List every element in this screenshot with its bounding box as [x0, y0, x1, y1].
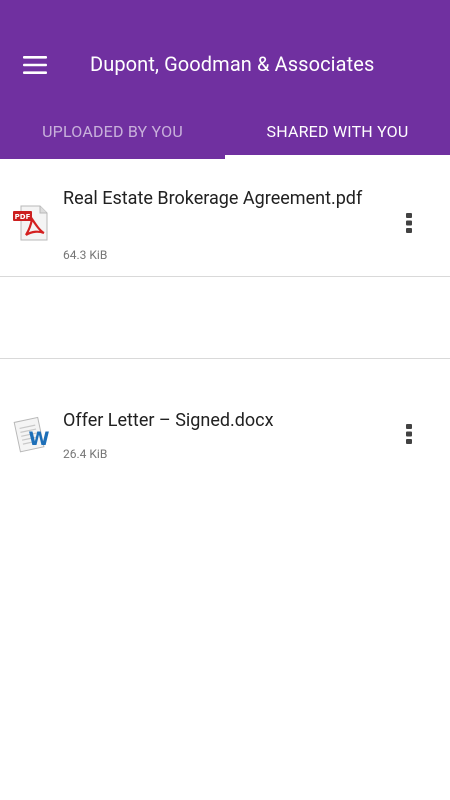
more-vert-icon: [406, 213, 412, 233]
file-name: Offer Letter – Signed.docx: [63, 410, 274, 431]
app-title: Dupont, Goodman & Associates: [90, 52, 375, 76]
file-row[interactable]: PDF Real Estate Brokerage Agreement.pdf …: [0, 159, 450, 277]
word-file-icon: W: [13, 416, 50, 453]
more-options-button[interactable]: [394, 205, 424, 241]
tab-label: UPLOADED BY YOU: [42, 122, 183, 141]
tab-uploaded-by-you[interactable]: UPLOADED BY YOU: [0, 108, 225, 159]
menu-button[interactable]: [12, 42, 58, 88]
file-name: Real Estate Brokerage Agreement.pdf: [63, 188, 363, 209]
pdf-file-icon: PDF: [13, 205, 48, 241]
svg-text:PDF: PDF: [15, 213, 31, 221]
file-size: 26.4 KiB: [63, 447, 108, 461]
more-vert-icon: [406, 424, 412, 444]
svg-text:W: W: [29, 428, 50, 450]
app-bar: Dupont, Goodman & Associates UPLOADED BY…: [0, 0, 450, 159]
file-size: 64.3 KiB: [63, 248, 108, 262]
tab-shared-with-you[interactable]: SHARED WITH YOU: [225, 108, 450, 159]
file-list: PDF Real Estate Brokerage Agreement.pdf …: [0, 159, 450, 461]
tab-label: SHARED WITH YOU: [266, 122, 409, 141]
hamburger-menu-icon: [23, 56, 47, 74]
more-options-button[interactable]: [394, 416, 424, 452]
file-row[interactable]: W Offer Letter – Signed.docx 26.4 KiB: [0, 277, 450, 461]
tab-bar: UPLOADED BY YOU SHARED WITH YOU: [0, 108, 450, 159]
